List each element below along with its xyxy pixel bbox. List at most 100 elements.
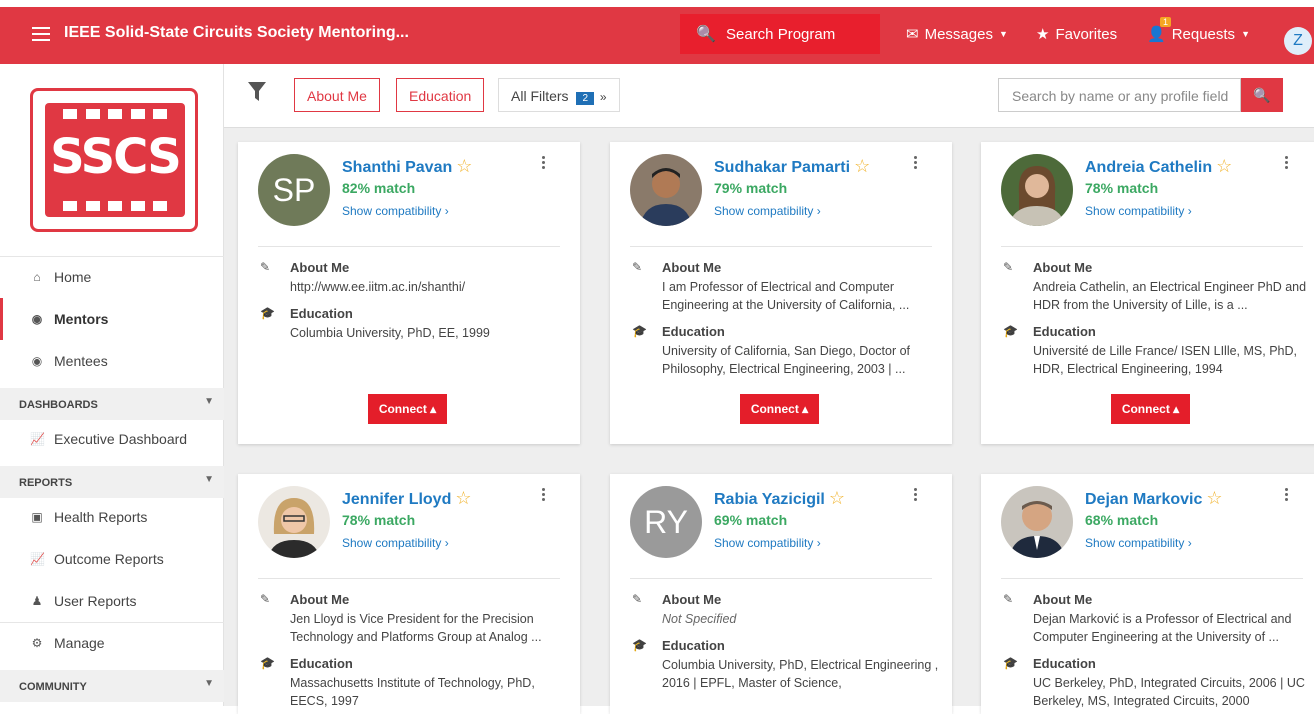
star-outline-icon[interactable]: ☆: [456, 156, 472, 176]
avatar[interactable]: RY: [630, 486, 702, 558]
sidebar-item-manage[interactable]: ⚙ Manage: [0, 622, 224, 664]
medkit-icon: ▣: [31, 510, 43, 524]
mentor-name[interactable]: Andreia Cathelin ☆: [1085, 156, 1232, 177]
connect-button[interactable]: Connect ▴: [740, 394, 819, 424]
top-bar: IEEE Solid-State Circuits Society Mentor…: [0, 0, 1314, 64]
caret-down-icon: ▼: [204, 396, 214, 407]
about-me-text: Andreia Cathelin, an Electrical Engineer…: [1033, 280, 1307, 312]
about-me-heading: About Me: [290, 260, 350, 275]
avatar[interactable]: [1001, 486, 1073, 558]
filter-icon[interactable]: [248, 82, 266, 102]
sidebar: SSCS ⌂ Home ◉ Mentors ◉ Mentees DASHBOAR…: [0, 64, 224, 706]
sidebar-item-user-reports[interactable]: ♟ User Reports: [0, 580, 224, 622]
edit-icon: ✎: [632, 592, 643, 606]
search-icon: 🔍: [696, 26, 716, 43]
avatar[interactable]: [258, 486, 330, 558]
sidebar-item-mentees[interactable]: ◉ Mentees: [0, 340, 224, 382]
avatar[interactable]: [630, 154, 702, 226]
messages-menu[interactable]: ✉ Messages ▼: [906, 25, 1008, 44]
profile-search-input[interactable]: Search by name or any profile field: [998, 78, 1241, 112]
sidebar-item-home[interactable]: ⌂ Home: [0, 256, 224, 298]
search-program-label: Search Program: [726, 26, 836, 43]
education-heading: Education: [1033, 324, 1096, 339]
search-button[interactable]: 🔍: [1241, 78, 1283, 112]
connect-button[interactable]: Connect ▴: [1111, 394, 1190, 424]
filter-education-button[interactable]: Education: [396, 78, 485, 112]
more-options-icon[interactable]: [542, 156, 546, 171]
match-percent: 78% match: [342, 512, 416, 528]
mentor-name[interactable]: Sudhakar Pamarti ☆: [714, 156, 870, 177]
line-chart-icon: 📈: [30, 552, 45, 566]
mentor-name[interactable]: Rabia Yazicigil ☆: [714, 488, 845, 509]
mentor-card: SP Shanthi Pavan ☆ 82% match Show compati…: [238, 142, 580, 444]
graduation-cap-icon: 🎓: [260, 306, 275, 320]
star-outline-icon[interactable]: ☆: [1206, 488, 1222, 508]
about-me-text: Not Specified: [662, 612, 737, 626]
all-filters-button[interactable]: All Filters 2 »: [498, 78, 620, 112]
star-outline-icon[interactable]: ☆: [1216, 156, 1232, 176]
star-outline-icon[interactable]: ☆: [455, 488, 471, 508]
logo-text: SSCS: [50, 129, 182, 185]
section-label: COMMUNITY: [19, 681, 87, 693]
about-me-heading: About Me: [290, 592, 350, 607]
section-community[interactable]: COMMUNITY ▼: [0, 670, 224, 702]
star-outline-icon[interactable]: ☆: [829, 488, 845, 508]
graduation-cap-icon: 🎓: [1003, 324, 1018, 338]
avatar[interactable]: [1001, 154, 1073, 226]
about-me-text: I am Professor of Electrical and Compute…: [662, 280, 910, 312]
graduation-cap-icon: 🎓: [260, 656, 275, 670]
requests-menu[interactable]: 👤 Requests ▼: [1147, 25, 1250, 44]
edit-icon: ✎: [632, 260, 643, 274]
education-heading: Education: [290, 306, 353, 321]
mentor-card: Jennifer Lloyd ☆ 78% match Show compatibi…: [238, 474, 580, 714]
sidebar-item-executive-dashboard[interactable]: 📈 Executive Dashboard: [0, 418, 224, 460]
more-options-icon[interactable]: [914, 488, 918, 503]
mentor-card: Sudhakar Pamarti ☆ 79% match Show compati…: [610, 142, 952, 444]
show-compatibility-link[interactable]: Show compatibility ›: [342, 536, 449, 550]
more-options-icon[interactable]: [1285, 488, 1289, 503]
filter-bar: About Me Education All Filters 2 » Searc…: [224, 64, 1314, 128]
filter-about-me-button[interactable]: About Me: [294, 78, 380, 112]
match-percent: 68% match: [1085, 512, 1159, 528]
avatar[interactable]: SP: [258, 154, 330, 226]
show-compatibility-link[interactable]: Show compatibility ›: [342, 204, 449, 218]
requests-label: Requests: [1171, 25, 1236, 43]
mentor-name[interactable]: Shanthi Pavan ☆: [342, 156, 472, 177]
more-options-icon[interactable]: [542, 488, 546, 503]
graduation-cap-icon: 🎓: [1003, 656, 1018, 670]
sidebar-item-label: User Reports: [54, 593, 137, 609]
more-options-icon[interactable]: [914, 156, 918, 171]
search-program-button[interactable]: 🔍 Search Program: [680, 14, 880, 54]
show-compatibility-link[interactable]: Show compatibility ›: [714, 536, 821, 550]
menu-icon[interactable]: [32, 27, 50, 41]
user-icon: ♟: [31, 594, 43, 608]
sscs-logo[interactable]: SSCS: [30, 88, 198, 232]
section-reports[interactable]: REPORTS ▼: [0, 466, 224, 498]
graduation-cap-icon: 🎓: [632, 324, 647, 338]
user-circle-icon: ◉: [31, 312, 43, 326]
mentor-name[interactable]: Jennifer Lloyd ☆: [342, 488, 472, 509]
mentor-card: Andreia Cathelin ☆ 78% match Show compati…: [981, 142, 1314, 444]
star-outline-icon[interactable]: ☆: [854, 156, 870, 176]
show-compatibility-link[interactable]: Show compatibility ›: [714, 204, 821, 218]
more-options-icon[interactable]: [1285, 156, 1289, 171]
connect-button[interactable]: Connect ▴: [368, 394, 447, 424]
about-me-heading: About Me: [662, 260, 722, 275]
double-chevron-icon: »: [599, 90, 607, 104]
show-compatibility-link[interactable]: Show compatibility ›: [1085, 204, 1192, 218]
section-dashboards[interactable]: DASHBOARDS ▼: [0, 388, 224, 420]
sidebar-item-health-reports[interactable]: ▣ Health Reports: [0, 496, 224, 538]
mentor-name[interactable]: Dejan Markovic ☆: [1085, 488, 1223, 509]
show-compatibility-link[interactable]: Show compatibility ›: [1085, 536, 1192, 550]
mentor-card: Dejan Markovic ☆ 68% match Show compatibi…: [981, 474, 1314, 714]
sidebar-item-outcome-reports[interactable]: 📈 Outcome Reports: [0, 538, 224, 580]
sidebar-item-label: Mentors: [54, 311, 109, 327]
line-chart-icon: 📈: [30, 432, 45, 446]
app-title[interactable]: IEEE Solid-State Circuits Society Mentor…: [64, 24, 409, 42]
favorites-label: Favorites: [1055, 25, 1118, 43]
education-text: University of California, San Diego, Doc…: [662, 344, 911, 376]
messages-label: Messages: [924, 25, 993, 43]
favorites-link[interactable]: ★ Favorites: [1036, 25, 1118, 44]
user-avatar[interactable]: Z: [1284, 27, 1312, 55]
sidebar-item-mentors[interactable]: ◉ Mentors: [0, 298, 224, 340]
